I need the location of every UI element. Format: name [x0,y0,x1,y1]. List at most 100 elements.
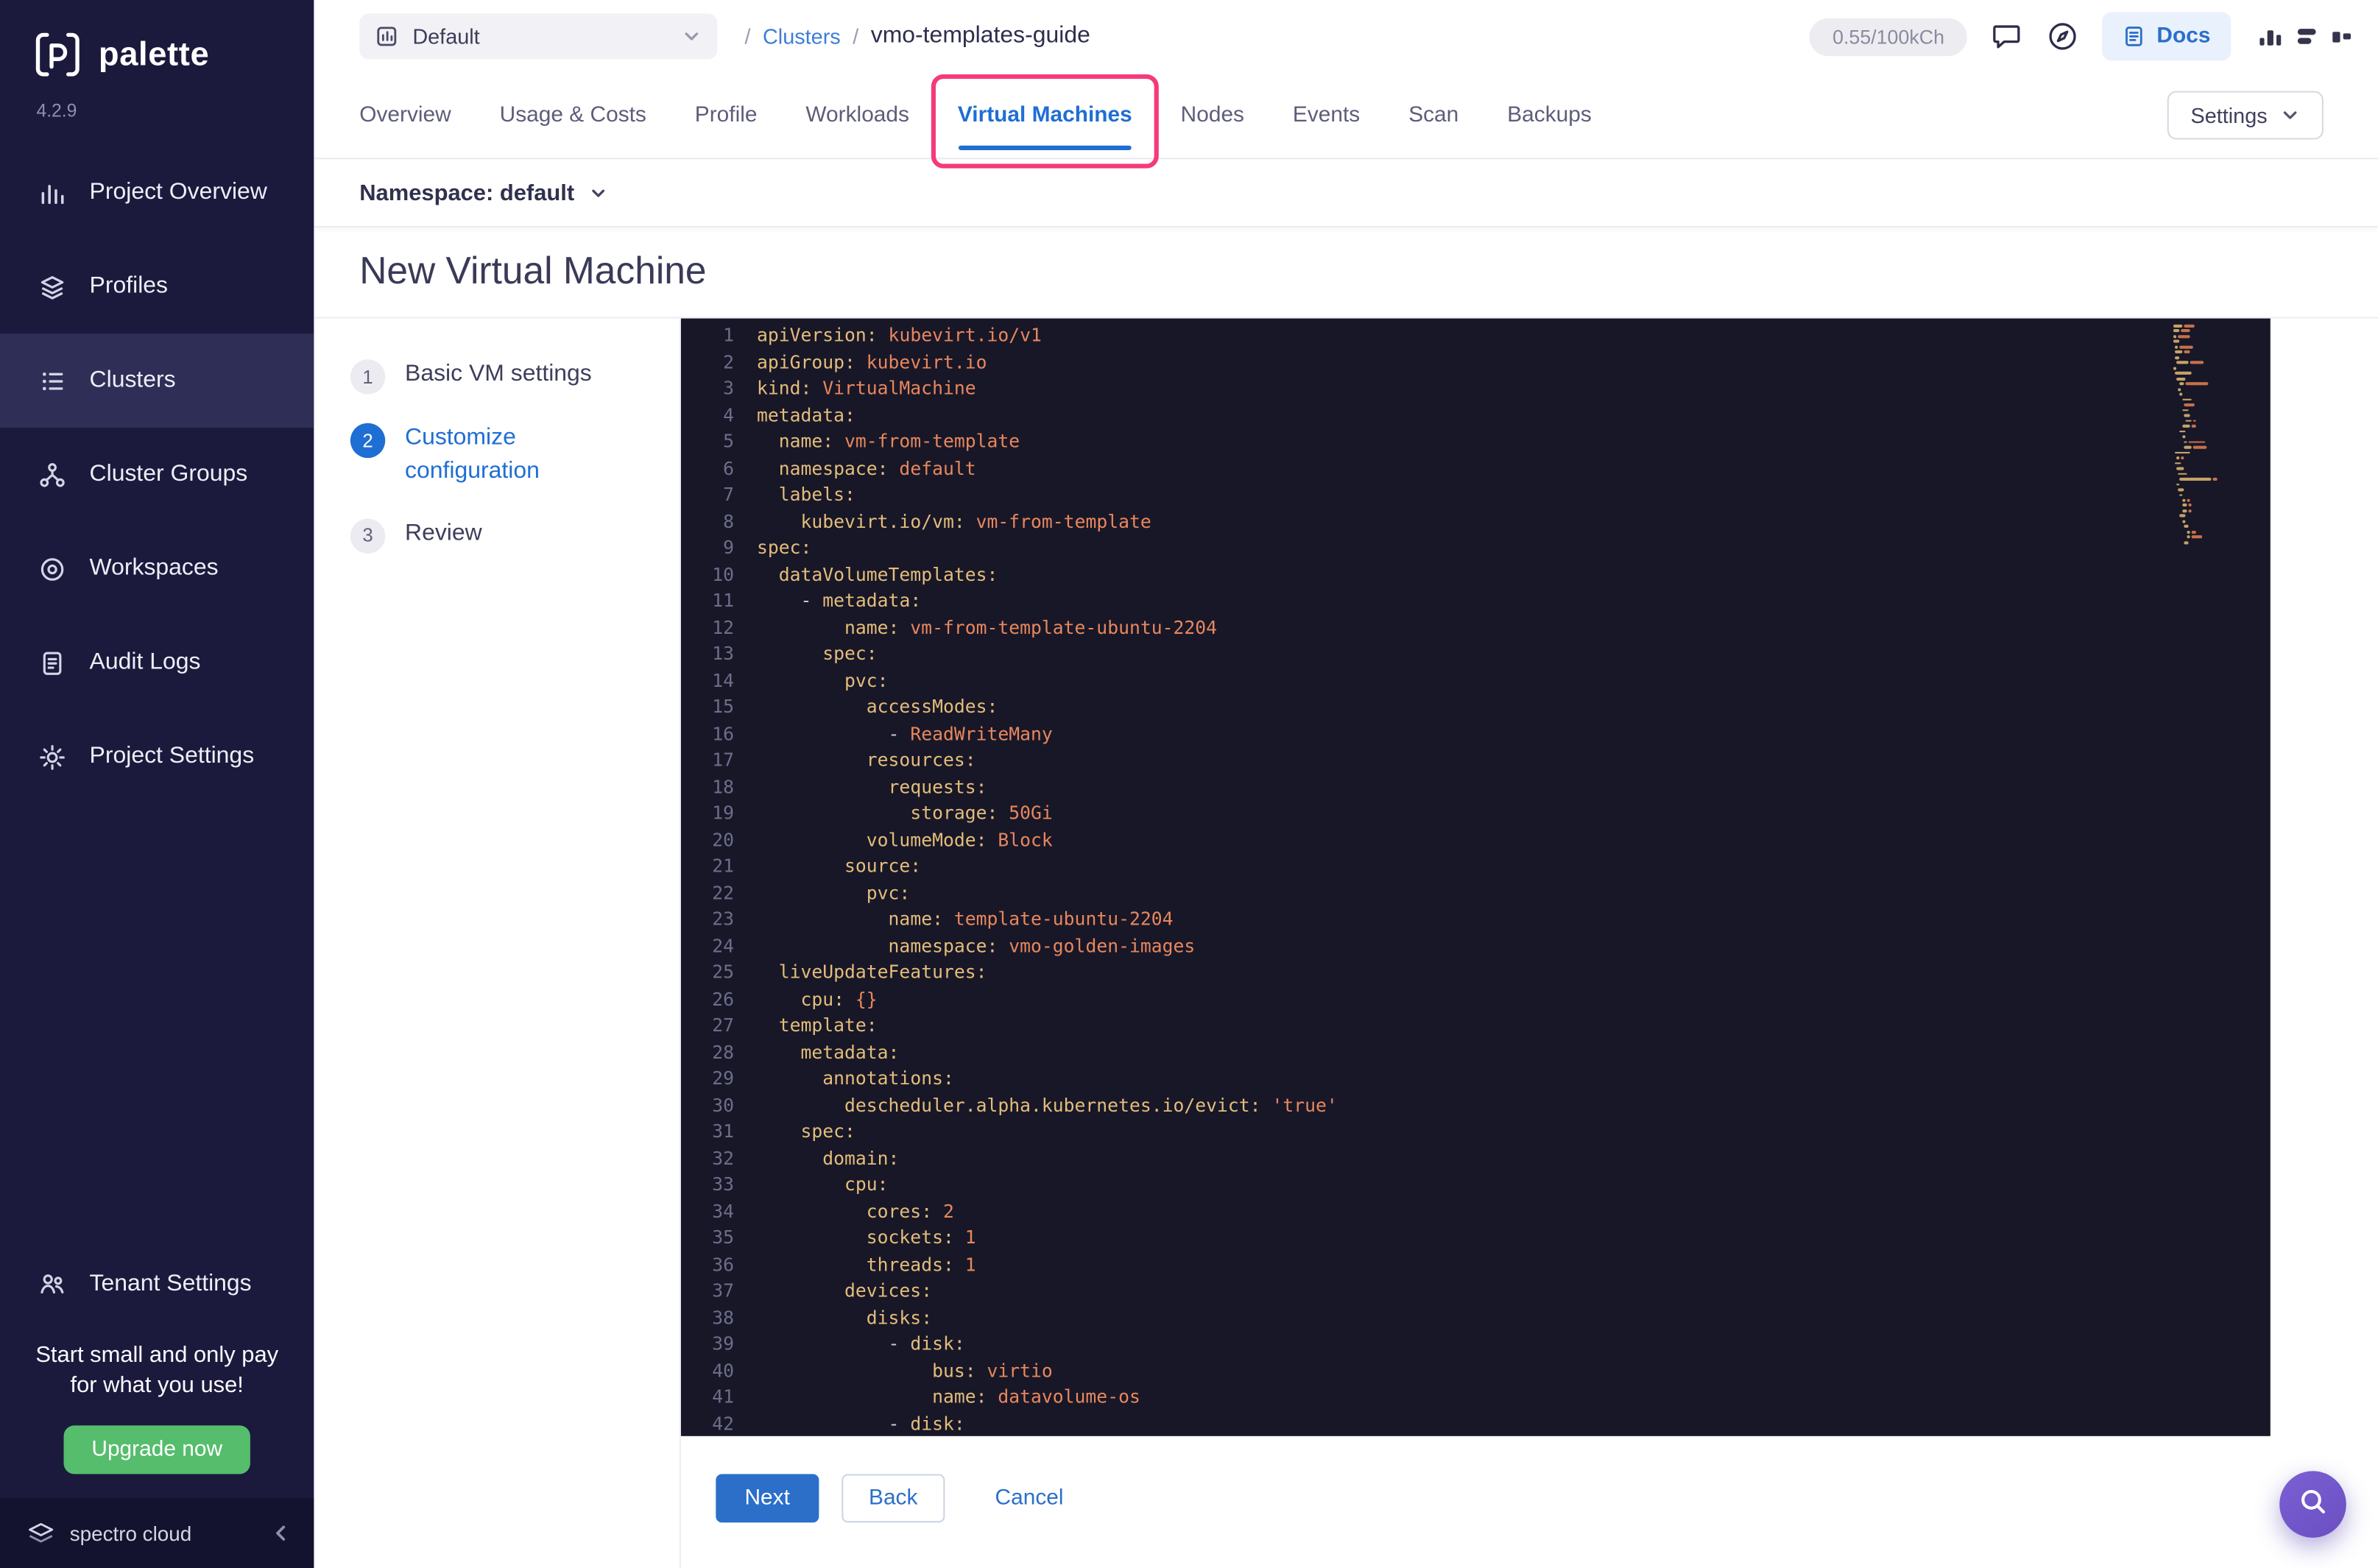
code-line: 23 name: template-ubuntu-2204 [681,907,2271,933]
project-name: Default [412,24,480,49]
tab-label: Backups [1507,103,1592,128]
sidebar-item-audit-logs[interactable]: Audit Logs [0,615,314,710]
line-number: 11 [712,590,735,612]
yaml-editor[interactable]: 1 apiVersion: kubevirt.io/v1 2 apiGroup: ku… [680,318,2271,1436]
code-line: 39 - disk: [681,1332,2271,1358]
sidebar-item-workspaces[interactable]: Workspaces [0,522,314,616]
code-line: 29 annotations: [681,1066,2271,1092]
sidebar-item-label: Clusters [89,367,176,393]
code-line: 15 accessModes: [681,694,2271,721]
usage-badge: 0.55/100kCh [1810,17,1967,56]
tab-events[interactable]: Events [1293,73,1360,158]
line-number: 1 [723,324,735,346]
breadcrumb-separator: / [853,24,859,49]
tab-nodes[interactable]: Nodes [1181,73,1244,158]
step-customize-configuration[interactable]: 2 Customize configuration [350,422,655,490]
step-review[interactable]: 3 Review [350,517,655,554]
bar-chart-icon [38,178,67,207]
step-label: Basic VM settings [405,361,592,387]
sidebar-collapse-button[interactable] [269,1521,293,1545]
tab-label: Events [1292,103,1361,128]
mini-bars-glyph [2259,27,2282,46]
code-lines: 1 apiVersion: kubevirt.io/v1 2 apiGroup: ku… [681,319,2271,1436]
code-line: 1 apiVersion: kubevirt.io/v1 [681,323,2271,350]
sidebar: palette 4.2.9 Project Overview Profiles Cl… [0,0,314,1568]
header-misc-glyphs [2259,24,2351,48]
line-number: 22 [712,881,735,903]
line-number: 37 [712,1279,735,1302]
search-fab[interactable] [2279,1471,2346,1538]
chat-icon[interactable] [1990,20,2023,53]
step-basic-vm-settings[interactable]: 1 Basic VM settings [350,358,655,395]
line-number: 18 [712,775,735,797]
project-selector[interactable]: Default [359,13,718,60]
editor-minimap[interactable] [2173,324,2258,546]
breadcrumb: / Clusters / vmo-templates-guide [744,23,1090,50]
tab-overview[interactable]: Overview [359,73,451,158]
layers-icon [38,272,67,301]
chevron-down-icon [681,26,702,47]
tab-label: Usage & Costs [499,103,646,128]
line-number: 25 [712,961,735,983]
next-button[interactable]: Next [716,1474,819,1523]
tenant-settings-icon [38,1269,67,1298]
line-number: 20 [712,828,735,850]
breadcrumb-clusters-link[interactable]: Clusters [763,24,841,49]
code-line: 5 name: vm-from-template [681,429,2271,456]
code-line: 37 devices: [681,1279,2271,1305]
tab-usage-costs[interactable]: Usage & Costs [500,73,646,158]
editor-column: 1 apiVersion: kubevirt.io/v1 2 apiGroup: ku… [680,318,2378,1568]
tab-label: Nodes [1180,103,1245,128]
code-line: 16 - ReadWriteMany [681,721,2271,748]
code-line: 19 storage: 50Gi [681,801,2271,827]
tab-profile[interactable]: Profile [695,73,758,158]
tab-backups[interactable]: Backups [1507,73,1592,158]
palette-logo[interactable]: palette [0,0,314,82]
upgrade-button[interactable]: Upgrade now [64,1425,250,1475]
dot-glyph [2332,31,2351,42]
line-number: 2 [723,350,735,372]
namespace-selector[interactable]: Namespace: default [314,159,2378,227]
wizard-stepper: 1 Basic VM settings 2 Customize configurati… [314,318,681,1568]
sidebar-item-project-settings[interactable]: Project Settings [0,710,314,804]
sidebar-item-cluster-groups[interactable]: Cluster Groups [0,428,314,522]
tab-workloads[interactable]: Workloads [805,73,909,158]
sidebar-item-label: Workspaces [89,554,219,581]
cluster-settings-button[interactable]: Settings [2167,91,2324,140]
line-number: 21 [712,855,735,877]
sidebar-item-label: Audit Logs [89,649,201,675]
line-number: 26 [712,988,735,1009]
sidebar-item-project-overview[interactable]: Project Overview [0,146,314,240]
line-number: 3 [723,377,735,399]
code-line: 4 metadata: [681,403,2271,429]
tab-label: Virtual Machines [957,103,1132,128]
promo-text: Start small and only pay for what you us… [35,1341,279,1399]
step-number: 1 [350,359,386,395]
code-line: 2 apiGroup: kubevirt.io [681,350,2271,376]
code-line: 24 namespace: vmo-golden-images [681,933,2271,960]
docs-button[interactable]: Docs [2102,12,2231,61]
code-line: 30 descheduler.alpha.kubernetes.io/evict… [681,1092,2271,1119]
line-number: 13 [712,643,735,665]
project-icon [375,24,399,49]
tab-scan[interactable]: Scan [1408,73,1458,158]
line-number: 5 [723,431,735,452]
compass-icon[interactable] [2046,20,2079,53]
sidebar-item-label: Tenant Settings [89,1270,252,1296]
code-line: 11 - metadata: [681,588,2271,615]
line-number: 23 [712,908,735,930]
cancel-button[interactable]: Cancel [986,1474,1073,1522]
code-line: 12 name: vm-from-template-ubuntu-2204 [681,615,2271,641]
code-line: 10 dataVolumeTemplates: [681,562,2271,588]
step-label: Review [405,520,482,546]
back-button[interactable]: Back [841,1474,945,1523]
tab-virtual-machines[interactable]: Virtual Machines [930,73,1160,169]
sidebar-item-profiles[interactable]: Profiles [0,239,314,333]
line-number: 17 [712,749,735,771]
dash-glyph [2297,24,2316,48]
code-line: 22 pvc: [681,880,2271,907]
line-number: 34 [712,1200,735,1222]
sidebar-item-clusters[interactable]: Clusters [0,333,314,428]
sidebar-item-tenant-settings[interactable]: Tenant Settings [0,1237,314,1331]
namespace-label: Namespace: default [359,180,575,206]
